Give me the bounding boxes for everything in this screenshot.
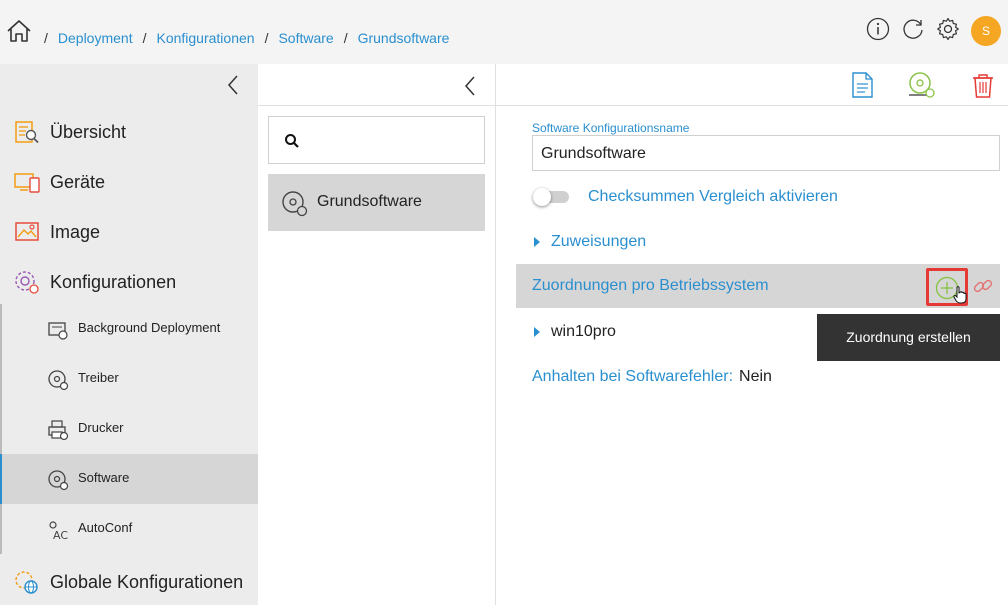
nav-label-image: Image bbox=[50, 221, 101, 242]
globe-gear-icon bbox=[15, 571, 38, 594]
nav-label-geraete: Geräte bbox=[50, 171, 106, 192]
zuweisungen-expander[interactable]: Zuweisungen bbox=[534, 233, 646, 251]
autoconf-icon: AC bbox=[49, 521, 68, 541]
caret-right-icon bbox=[534, 327, 540, 337]
background-deployment-icon bbox=[48, 322, 68, 340]
nav-label-uebersicht: Übersicht bbox=[50, 121, 127, 142]
caret-right-icon bbox=[534, 237, 540, 247]
nav-item-konfigurationen[interactable]: Konfigurationen bbox=[0, 257, 258, 307]
gear-icon[interactable] bbox=[936, 17, 960, 41]
nav-sub-label-background-deployment: Background Deployment bbox=[78, 320, 221, 335]
active-indicator bbox=[0, 454, 2, 504]
home-icon[interactable] bbox=[6, 18, 32, 44]
halt-on-error-row: Anhalten bei Softwarefehler: Nein bbox=[532, 368, 772, 386]
nav-sub-autoconf[interactable]: AC AutoConf bbox=[2, 504, 260, 554]
breadcrumb: / Deployment / Konfigurationen / Softwar… bbox=[44, 30, 450, 46]
tooltip: Zuordnung erstellen bbox=[817, 314, 1000, 361]
unlink-icon[interactable] bbox=[971, 274, 995, 298]
os-item-win10pro[interactable]: win10pro bbox=[534, 323, 616, 341]
nav-label-globale-konfigurationen: Globale Konfigurationen bbox=[50, 571, 244, 592]
printer-icon bbox=[48, 420, 69, 441]
search-icon bbox=[285, 134, 299, 148]
nav-item-image[interactable]: Image bbox=[0, 207, 258, 257]
name-field[interactable]: Grundsoftware bbox=[532, 135, 1000, 171]
software-disc-icon bbox=[282, 191, 308, 217]
halt-on-error-value: Nein bbox=[739, 368, 772, 385]
checksum-toggle-label[interactable]: Checksummen Vergleich aktivieren bbox=[588, 188, 838, 206]
checksum-toggle[interactable] bbox=[533, 188, 571, 206]
search-input[interactable] bbox=[268, 116, 485, 164]
nav-sub-label-drucker: Drucker bbox=[78, 420, 124, 435]
breadcrumb-software[interactable]: Software bbox=[278, 30, 333, 46]
list-item-label: Grundsoftware bbox=[317, 193, 422, 210]
chevron-left-icon[interactable] bbox=[463, 75, 477, 97]
trash-icon[interactable] bbox=[968, 70, 998, 100]
zuordnungen-label: Zuordnungen pro Betriebssystem bbox=[532, 277, 769, 294]
nav-item-geraete[interactable]: Geräte bbox=[0, 157, 258, 207]
avatar[interactable]: S bbox=[971, 16, 1001, 46]
overview-icon bbox=[15, 121, 39, 144]
nav-label-konfigurationen: Konfigurationen bbox=[50, 271, 177, 292]
nav-sub-software[interactable]: Software bbox=[0, 454, 260, 504]
nav-item-uebersicht[interactable]: Übersicht bbox=[0, 107, 258, 157]
halt-on-error-label: Anhalten bei Softwarefehler: bbox=[532, 368, 734, 385]
list-item-grundsoftware[interactable]: Grundsoftware bbox=[268, 174, 485, 231]
disc-deploy-icon[interactable] bbox=[906, 70, 936, 100]
devices-icon bbox=[14, 173, 40, 193]
os-item-label: win10pro bbox=[551, 323, 616, 340]
nav-sub-label-software: Software bbox=[78, 470, 130, 485]
info-icon[interactable] bbox=[866, 17, 890, 41]
top-header: / Deployment / Konfigurationen / Softwar… bbox=[0, 0, 1008, 64]
zuweisungen-label: Zuweisungen bbox=[551, 233, 647, 250]
nav-sub-label-autoconf: AutoConf bbox=[78, 520, 133, 535]
software-disc-icon bbox=[48, 470, 69, 491]
chevron-left-icon[interactable] bbox=[226, 74, 240, 96]
image-icon bbox=[15, 222, 39, 241]
name-field-label: Software Konfigurationsname bbox=[532, 121, 690, 135]
refresh-icon[interactable] bbox=[901, 17, 925, 41]
nav-sub-background-deployment[interactable]: Background Deployment bbox=[2, 304, 260, 354]
svg-text:AC: AC bbox=[53, 529, 68, 541]
breadcrumb-grundsoftware[interactable]: Grundsoftware bbox=[358, 30, 450, 46]
left-navigation: Übersicht Geräte Image Konfigurationen B… bbox=[0, 64, 260, 605]
hand-cursor-icon bbox=[953, 286, 967, 304]
breadcrumb-konfigurationen[interactable]: Konfigurationen bbox=[156, 30, 254, 46]
disc-icon bbox=[48, 370, 69, 391]
breadcrumb-deployment[interactable]: Deployment bbox=[58, 30, 133, 46]
subnav-konfigurationen: Background Deployment Treiber Drucker So… bbox=[0, 304, 260, 554]
document-icon[interactable] bbox=[847, 70, 877, 100]
nav-sub-label-treiber: Treiber bbox=[78, 370, 119, 385]
nav-sub-treiber[interactable]: Treiber bbox=[2, 354, 260, 404]
toolbar-divider bbox=[258, 105, 1008, 106]
zuordnungen-section: Zuordnungen pro Betriebssystem bbox=[516, 264, 1000, 308]
nav-item-globale-konfigurationen[interactable]: Globale Konfigurationen bbox=[0, 557, 258, 605]
config-gear-icon bbox=[15, 271, 39, 294]
list-panel: Grundsoftware bbox=[258, 64, 496, 605]
nav-sub-drucker[interactable]: Drucker bbox=[2, 404, 260, 454]
